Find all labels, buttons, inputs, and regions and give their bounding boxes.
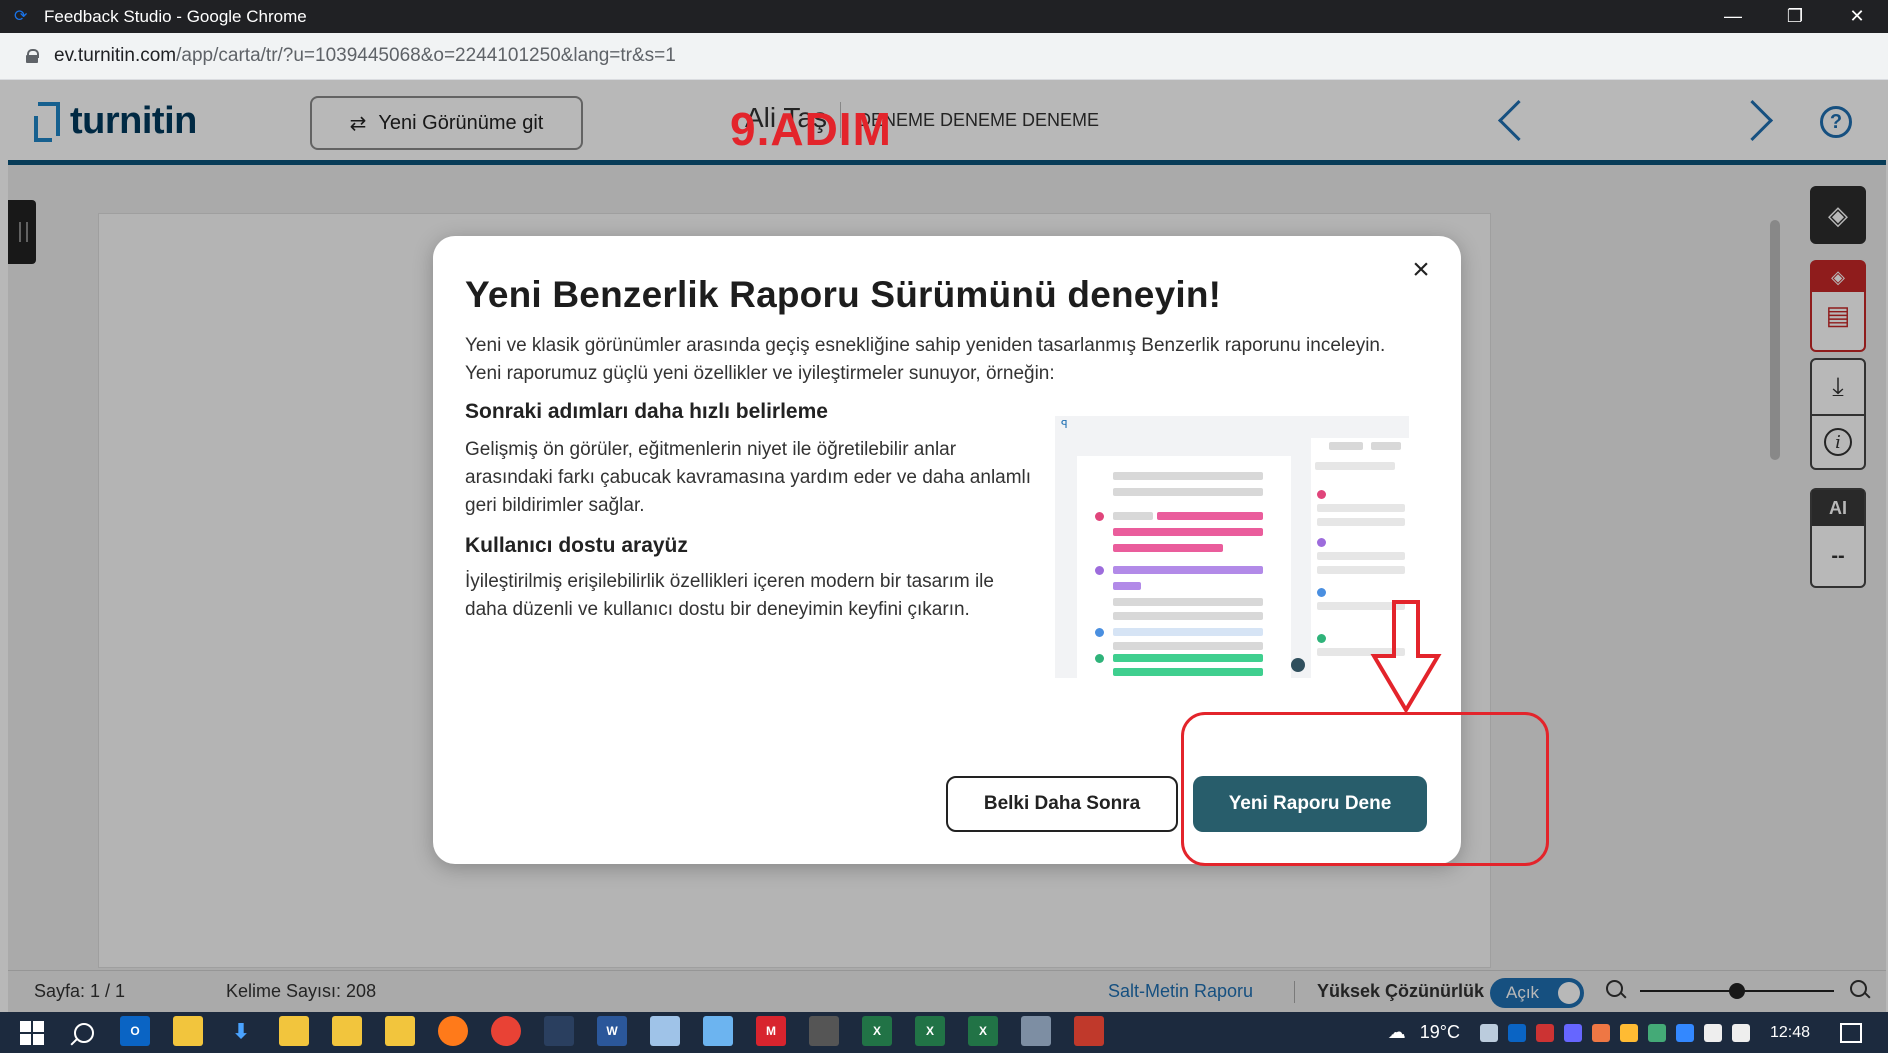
- search-icon[interactable]: [74, 1022, 94, 1043]
- preview-line: [1329, 442, 1363, 450]
- lock-icon[interactable]: [26, 49, 39, 63]
- calculator-icon[interactable]: [809, 1016, 839, 1046]
- database-icon[interactable]: [1021, 1016, 1051, 1046]
- downloads-icon[interactable]: ⬇: [226, 1016, 256, 1046]
- preview-line: [1113, 472, 1263, 480]
- preview-line: [1317, 504, 1405, 512]
- folder-icon[interactable]: [332, 1016, 362, 1046]
- preview-line: [1113, 628, 1263, 636]
- firefox-icon[interactable]: [438, 1016, 468, 1046]
- folder-icon[interactable]: [385, 1016, 415, 1046]
- clock[interactable]: 12:48: [1770, 1024, 1810, 1042]
- preview-line: [1113, 668, 1263, 676]
- section1-title: Sonraki adımları daha hızlı belirleme: [465, 400, 828, 423]
- bluetooth-icon[interactable]: [1675, 1023, 1694, 1042]
- outlook-icon[interactable]: O: [120, 1016, 150, 1046]
- tray-icon[interactable]: [1479, 1023, 1498, 1042]
- volume-icon[interactable]: [1731, 1023, 1750, 1042]
- window-title: Feedback Studio - Google Chrome: [44, 6, 307, 26]
- tray-icon[interactable]: [1619, 1023, 1638, 1042]
- preview-marker: [1317, 634, 1326, 643]
- preview-marker: [1095, 628, 1104, 637]
- minimize-icon[interactable]: —: [1702, 0, 1764, 33]
- file-explorer-icon[interactable]: [173, 1016, 203, 1046]
- pinned-apps: O ⬇ W M X X X: [120, 1016, 1127, 1049]
- preview-line: [1317, 518, 1405, 526]
- temperature[interactable]: 19°C: [1420, 1022, 1460, 1043]
- excel-icon[interactable]: X: [915, 1016, 945, 1046]
- tray-icon[interactable]: [1535, 1023, 1554, 1042]
- paint-icon[interactable]: [703, 1016, 733, 1046]
- tray-icon[interactable]: [1563, 1023, 1582, 1042]
- tray-icon[interactable]: [1507, 1023, 1526, 1042]
- preview-marker: [1317, 588, 1326, 597]
- preview-line: [1317, 552, 1405, 560]
- chrome-icon[interactable]: [491, 1016, 521, 1046]
- windows-taskbar: O ⬇ W M X X X ☁ 19°C 12:48: [0, 1012, 1888, 1053]
- preview-line: [1157, 512, 1263, 520]
- excel-icon[interactable]: X: [862, 1016, 892, 1046]
- preview-line: [1113, 512, 1153, 520]
- window-controls: — ❐ ✕: [1702, 0, 1888, 33]
- preview-line: [1113, 488, 1263, 496]
- network-icon[interactable]: [1703, 1023, 1722, 1042]
- system-tray: ☁ 19°C 12:48: [1388, 1012, 1888, 1053]
- down-arrow-annotation-icon: [1370, 600, 1442, 714]
- close-window-icon[interactable]: ✕: [1826, 0, 1888, 33]
- section2-text: İyileştirilmiş erişilebilirlik özellikle…: [465, 571, 994, 620]
- preview-marker: [1317, 538, 1326, 547]
- preview-line: [1315, 462, 1395, 470]
- close-icon[interactable]: ×: [1407, 255, 1435, 285]
- preview-logo-icon: ꟼ: [1061, 419, 1068, 431]
- turnitin-taskbar-icon[interactable]: [544, 1016, 574, 1046]
- maybe-later-button[interactable]: Belki Daha Sonra: [946, 776, 1178, 832]
- preview-line: [1113, 528, 1263, 536]
- address-bar[interactable]: ev.turnitin.com/app/carta/tr/?u=10394450…: [0, 33, 1888, 80]
- notepad-icon[interactable]: [650, 1016, 680, 1046]
- dialog-title: Yeni Benzerlik Raporu Sürümünü deneyin!: [465, 274, 1222, 315]
- word-icon[interactable]: W: [597, 1016, 627, 1046]
- browser-title-bar: ⟳ Feedback Studio - Google Chrome — ❐ ✕: [0, 0, 1888, 33]
- tray-icon[interactable]: [1591, 1023, 1610, 1042]
- section1-text: Gelişmiş ön görüler, eğitmenlerin niyet …: [465, 439, 1032, 516]
- preview-marker: [1095, 654, 1104, 663]
- preview-document: [1077, 456, 1291, 678]
- turnitin-app-icon: ⟳: [14, 7, 28, 25]
- notifications-icon[interactable]: [1840, 1022, 1862, 1043]
- url-host: ev.turnitin.com: [54, 45, 177, 66]
- preview-marker: [1317, 490, 1326, 499]
- restore-icon[interactable]: ❐: [1764, 0, 1826, 33]
- preview-line: [1317, 566, 1405, 574]
- media-icon[interactable]: [1074, 1016, 1104, 1046]
- preview-line: [1113, 612, 1263, 620]
- preview-marker: [1095, 566, 1104, 575]
- preview-line: [1113, 654, 1263, 662]
- preview-avatar-icon: [1291, 658, 1305, 672]
- preview-line: [1113, 544, 1223, 552]
- preview-marker: [1095, 512, 1104, 521]
- dialog-intro: Yeni ve klasik görünümler arasında geçiş…: [465, 335, 1386, 384]
- folder-icon[interactable]: [279, 1016, 309, 1046]
- preview-line: [1113, 566, 1263, 574]
- preview-line: [1113, 598, 1263, 606]
- highlight-annotation-box: [1181, 712, 1549, 866]
- preview-line: [1113, 582, 1141, 590]
- weather-icon[interactable]: ☁: [1388, 1022, 1406, 1043]
- report-preview-illustration: ꟼ: [1055, 416, 1409, 678]
- tray-icon[interactable]: [1647, 1023, 1666, 1042]
- section2-title: Kullanıcı dostu arayüz: [465, 534, 688, 557]
- url-path: /app/carta/tr/?u=1039445068&o=2244101250…: [176, 45, 676, 66]
- app-icon[interactable]: M: [756, 1016, 786, 1046]
- windows-start-icon[interactable]: [20, 1020, 44, 1045]
- preview-line: [1113, 642, 1263, 650]
- preview-line: [1371, 442, 1401, 450]
- step-annotation: 9.ADIM: [730, 103, 892, 155]
- url-text[interactable]: ev.turnitin.com/app/carta/tr/?u=10394450…: [54, 45, 676, 67]
- excel-icon[interactable]: X: [968, 1016, 998, 1046]
